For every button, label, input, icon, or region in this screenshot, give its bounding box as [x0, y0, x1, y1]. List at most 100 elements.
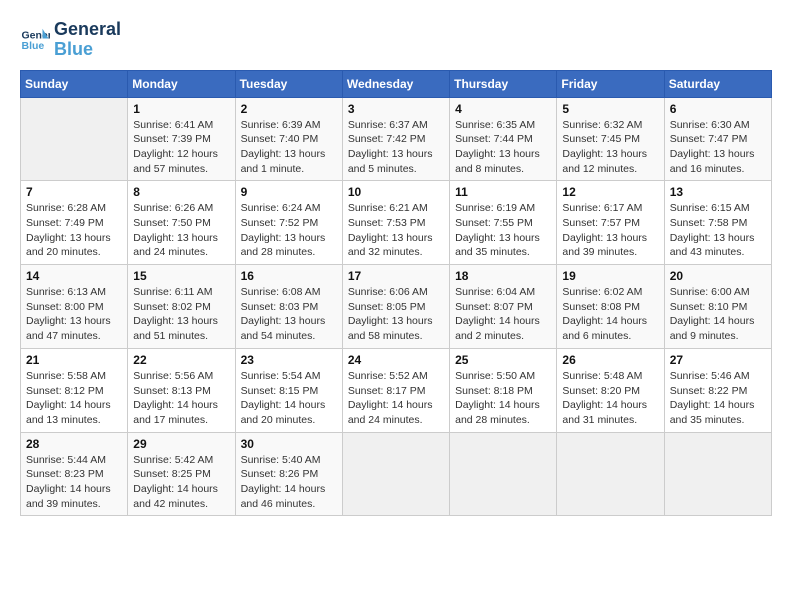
calendar-cell: 2 Sunrise: 6:39 AMSunset: 7:40 PMDaylight…: [235, 97, 342, 181]
calendar-cell: 22 Sunrise: 5:56 AMSunset: 8:13 PMDayligh…: [128, 348, 235, 432]
calendar-cell: 27 Sunrise: 5:46 AMSunset: 8:22 PMDayligh…: [664, 348, 771, 432]
calendar-cell: 30Sunrise: 5:40 AMSunset: 8:26 PMDayligh…: [235, 432, 342, 516]
calendar-week-row: 21 Sunrise: 5:58 AMSunset: 8:12 PMDayligh…: [21, 348, 772, 432]
cell-date-number: 23: [241, 353, 337, 367]
cell-date-number: 27: [670, 353, 766, 367]
cell-day-info: Sunrise: 6:37 AMSunset: 7:42 PMDaylight:…: [348, 118, 444, 177]
calendar-cell: 28 Sunrise: 5:44 AMSunset: 8:23 PMDayligh…: [21, 432, 128, 516]
cell-day-info: Sunrise: 5:52 AMSunset: 8:17 PMDaylight:…: [348, 369, 444, 428]
cell-date-number: 12: [562, 185, 658, 199]
calendar-cell: 17 Sunrise: 6:06 AMSunset: 8:05 PMDayligh…: [342, 265, 449, 349]
cell-day-info: Sunrise: 5:44 AMSunset: 8:23 PMDaylight:…: [26, 453, 122, 512]
weekday-header: Wednesday: [342, 70, 449, 97]
cell-day-info: Sunrise: 5:42 AMSunset: 8:25 PMDaylight:…: [133, 453, 229, 512]
cell-date-number: 9: [241, 185, 337, 199]
cell-date-number: 28: [26, 437, 122, 451]
cell-day-info: Sunrise: 6:02 AMSunset: 8:08 PMDaylight:…: [562, 285, 658, 344]
calendar-cell: [450, 432, 557, 516]
calendar-cell: 14 Sunrise: 6:13 AMSunset: 8:00 PMDayligh…: [21, 265, 128, 349]
page-header: General Blue General Blue: [20, 20, 772, 60]
calendar-cell: 24 Sunrise: 5:52 AMSunset: 8:17 PMDayligh…: [342, 348, 449, 432]
cell-day-info: Sunrise: 5:40 AMSunset: 8:26 PMDaylight:…: [241, 453, 337, 512]
cell-date-number: 21: [26, 353, 122, 367]
calendar-cell: [664, 432, 771, 516]
calendar-cell: 25 Sunrise: 5:50 AMSunset: 8:18 PMDayligh…: [450, 348, 557, 432]
cell-date-number: 3: [348, 102, 444, 116]
cell-date-number: 24: [348, 353, 444, 367]
svg-text:Blue: Blue: [22, 40, 45, 52]
calendar-cell: 7 Sunrise: 6:28 AMSunset: 7:49 PMDaylight…: [21, 181, 128, 265]
cell-day-info: Sunrise: 6:35 AMSunset: 7:44 PMDaylight:…: [455, 118, 551, 177]
calendar-cell: 1 Sunrise: 6:41 AMSunset: 7:39 PMDaylight…: [128, 97, 235, 181]
cell-day-info: Sunrise: 6:13 AMSunset: 8:00 PMDaylight:…: [26, 285, 122, 344]
cell-day-info: Sunrise: 6:28 AMSunset: 7:49 PMDaylight:…: [26, 201, 122, 260]
cell-day-info: Sunrise: 6:26 AMSunset: 7:50 PMDaylight:…: [133, 201, 229, 260]
calendar-header: SundayMondayTuesdayWednesdayThursdayFrid…: [21, 70, 772, 97]
calendar-body: 1 Sunrise: 6:41 AMSunset: 7:39 PMDaylight…: [21, 97, 772, 516]
cell-day-info: Sunrise: 6:41 AMSunset: 7:39 PMDaylight:…: [133, 118, 229, 177]
cell-day-info: Sunrise: 5:58 AMSunset: 8:12 PMDaylight:…: [26, 369, 122, 428]
calendar-cell: 5 Sunrise: 6:32 AMSunset: 7:45 PMDaylight…: [557, 97, 664, 181]
calendar-cell: 11 Sunrise: 6:19 AMSunset: 7:55 PMDayligh…: [450, 181, 557, 265]
calendar-week-row: 1 Sunrise: 6:41 AMSunset: 7:39 PMDaylight…: [21, 97, 772, 181]
calendar-cell: [21, 97, 128, 181]
cell-date-number: 25: [455, 353, 551, 367]
cell-date-number: 1: [133, 102, 229, 116]
cell-date-number: 4: [455, 102, 551, 116]
calendar-cell: 4 Sunrise: 6:35 AMSunset: 7:44 PMDaylight…: [450, 97, 557, 181]
cell-day-info: Sunrise: 6:00 AMSunset: 8:10 PMDaylight:…: [670, 285, 766, 344]
calendar-cell: 29 Sunrise: 5:42 AMSunset: 8:25 PMDayligh…: [128, 432, 235, 516]
calendar-cell: 18 Sunrise: 6:04 AMSunset: 8:07 PMDayligh…: [450, 265, 557, 349]
calendar-cell: 3 Sunrise: 6:37 AMSunset: 7:42 PMDaylight…: [342, 97, 449, 181]
calendar-cell: 15 Sunrise: 6:11 AMSunset: 8:02 PMDayligh…: [128, 265, 235, 349]
calendar-cell: [342, 432, 449, 516]
cell-date-number: 22: [133, 353, 229, 367]
cell-day-info: Sunrise: 6:32 AMSunset: 7:45 PMDaylight:…: [562, 118, 658, 177]
weekday-header: Tuesday: [235, 70, 342, 97]
calendar-cell: [557, 432, 664, 516]
cell-date-number: 16: [241, 269, 337, 283]
cell-day-info: Sunrise: 6:04 AMSunset: 8:07 PMDaylight:…: [455, 285, 551, 344]
cell-day-info: Sunrise: 5:50 AMSunset: 8:18 PMDaylight:…: [455, 369, 551, 428]
cell-date-number: 20: [670, 269, 766, 283]
cell-day-info: Sunrise: 6:15 AMSunset: 7:58 PMDaylight:…: [670, 201, 766, 260]
cell-date-number: 11: [455, 185, 551, 199]
calendar-table: SundayMondayTuesdayWednesdayThursdayFrid…: [20, 70, 772, 517]
cell-day-info: Sunrise: 6:08 AMSunset: 8:03 PMDaylight:…: [241, 285, 337, 344]
cell-date-number: 18: [455, 269, 551, 283]
calendar-cell: 23Sunrise: 5:54 AMSunset: 8:15 PMDayligh…: [235, 348, 342, 432]
cell-date-number: 17: [348, 269, 444, 283]
calendar-cell: 19 Sunrise: 6:02 AMSunset: 8:08 PMDayligh…: [557, 265, 664, 349]
calendar-week-row: 7 Sunrise: 6:28 AMSunset: 7:49 PMDaylight…: [21, 181, 772, 265]
cell-day-info: Sunrise: 5:56 AMSunset: 8:13 PMDaylight:…: [133, 369, 229, 428]
calendar-cell: 26 Sunrise: 5:48 AMSunset: 8:20 PMDayligh…: [557, 348, 664, 432]
cell-day-info: Sunrise: 5:46 AMSunset: 8:22 PMDaylight:…: [670, 369, 766, 428]
calendar-week-row: 28 Sunrise: 5:44 AMSunset: 8:23 PMDayligh…: [21, 432, 772, 516]
cell-day-info: Sunrise: 6:39 AMSunset: 7:40 PMDaylight:…: [241, 118, 337, 177]
calendar-cell: 21 Sunrise: 5:58 AMSunset: 8:12 PMDayligh…: [21, 348, 128, 432]
cell-day-info: Sunrise: 6:24 AMSunset: 7:52 PMDaylight:…: [241, 201, 337, 260]
calendar-cell: 8Sunrise: 6:26 AMSunset: 7:50 PMDaylight…: [128, 181, 235, 265]
calendar-cell: 10Sunrise: 6:21 AMSunset: 7:53 PMDayligh…: [342, 181, 449, 265]
cell-date-number: 2: [241, 102, 337, 116]
cell-day-info: Sunrise: 6:06 AMSunset: 8:05 PMDaylight:…: [348, 285, 444, 344]
cell-day-info: Sunrise: 6:19 AMSunset: 7:55 PMDaylight:…: [455, 201, 551, 260]
weekday-header: Monday: [128, 70, 235, 97]
cell-date-number: 13: [670, 185, 766, 199]
weekday-header: Friday: [557, 70, 664, 97]
cell-day-info: Sunrise: 6:17 AMSunset: 7:57 PMDaylight:…: [562, 201, 658, 260]
cell-date-number: 19: [562, 269, 658, 283]
calendar-cell: 9 Sunrise: 6:24 AMSunset: 7:52 PMDaylight…: [235, 181, 342, 265]
cell-date-number: 15: [133, 269, 229, 283]
cell-date-number: 26: [562, 353, 658, 367]
cell-day-info: Sunrise: 6:11 AMSunset: 8:02 PMDaylight:…: [133, 285, 229, 344]
calendar-cell: 20 Sunrise: 6:00 AMSunset: 8:10 PMDayligh…: [664, 265, 771, 349]
logo-text: General Blue: [54, 20, 121, 60]
cell-date-number: 14: [26, 269, 122, 283]
cell-day-info: Sunrise: 5:48 AMSunset: 8:20 PMDaylight:…: [562, 369, 658, 428]
logo-icon: General Blue: [20, 25, 50, 55]
cell-date-number: 7: [26, 185, 122, 199]
cell-date-number: 5: [562, 102, 658, 116]
cell-date-number: 29: [133, 437, 229, 451]
weekday-header: Sunday: [21, 70, 128, 97]
